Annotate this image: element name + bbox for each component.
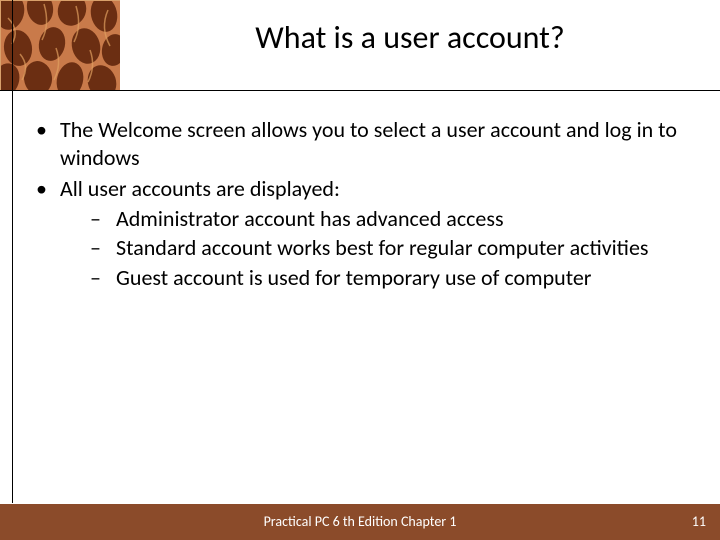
sub-bullet-text: Administrator account has advanced acces…: [116, 205, 504, 232]
footer-text: Practical PC 6 th Edition Chapter 1: [0, 504, 720, 540]
slide-title: What is a user account?: [130, 18, 690, 78]
bullet-list: The Welcome screen allows you to select …: [30, 116, 690, 291]
sub-bullet-text: Guest account is used for temporary use …: [116, 264, 591, 291]
bullet-text: All user accounts are displayed:: [60, 175, 340, 202]
sub-bullet-item: Guest account is used for temporary use …: [60, 264, 690, 292]
slide-body: The Welcome screen allows you to select …: [30, 116, 690, 295]
page-number: 11: [692, 504, 706, 540]
slide: What is a user account? The Welcome scre…: [0, 0, 720, 540]
sub-bullet-list: Administrator account has advanced acces…: [60, 205, 690, 292]
sub-bullet-item: Standard account works best for regular …: [60, 234, 690, 262]
sub-bullet-text: Standard account works best for regular …: [116, 234, 649, 261]
decorative-corner-image: [0, 0, 120, 90]
bullet-text: The Welcome screen allows you to select …: [60, 116, 677, 171]
sub-bullet-item: Administrator account has advanced acces…: [60, 205, 690, 233]
bullet-item: All user accounts are displayed: Adminis…: [30, 175, 690, 291]
horizontal-divider: [0, 90, 720, 91]
bullet-item: The Welcome screen allows you to select …: [30, 116, 690, 171]
vertical-divider: [12, 0, 13, 503]
